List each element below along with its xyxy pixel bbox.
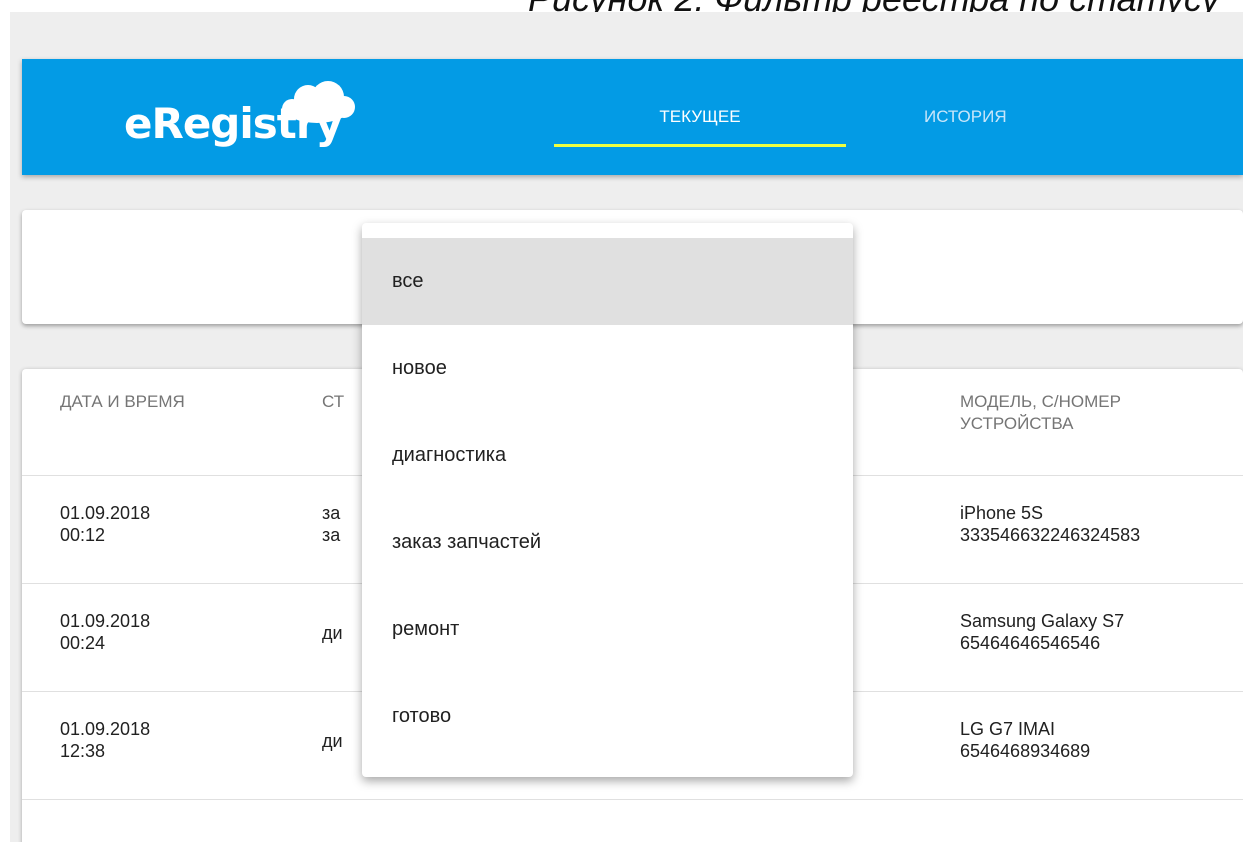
model-text: iPhone 5S — [960, 503, 1044, 523]
tab-history[interactable]: ИСТОРИЯ — [884, 59, 1084, 175]
date-text: 01.09.2018 — [60, 503, 151, 523]
status-option-all[interactable]: все — [362, 238, 853, 325]
status-option-repair[interactable]: ремонт — [362, 586, 853, 673]
app-logo[interactable]: eRegistry — [124, 73, 364, 173]
column-header-model[interactable]: МОДЕЛЬ, С/НОМЕР УСТРОЙСТВА — [960, 391, 1200, 435]
column-header-datetime[interactable]: ДАТА И ВРЕМЯ — [60, 391, 200, 413]
serial-text: 333546632246324583 — [960, 525, 1141, 545]
model-cell: LG G7 IMAI 6546468934689 — [960, 718, 1243, 762]
datetime-cell: 01.09.2018 00:24 — [60, 610, 240, 654]
active-tab-indicator — [554, 144, 846, 147]
status-option-parts-order[interactable]: заказ запчастей — [362, 499, 853, 586]
time-text: 12:38 — [60, 741, 106, 761]
serial-text: 6546468934689 — [960, 741, 1091, 761]
date-text: 01.09.2018 — [60, 611, 151, 631]
time-text: 00:24 — [60, 633, 106, 653]
tab-current[interactable]: ТЕКУЩЕЕ — [554, 59, 846, 175]
logo-text: eRegistry — [124, 99, 343, 148]
app-header: eRegistry ТЕКУЩЕЕ ИСТОРИЯ — [22, 59, 1243, 175]
status-option-ready[interactable]: готово — [362, 673, 853, 760]
time-text: 00:12 — [60, 525, 106, 545]
serial-text: 65464646546546 — [960, 633, 1101, 653]
datetime-cell: 01.09.2018 12:38 — [60, 718, 240, 762]
datetime-cell: 01.09.2018 00:12 — [60, 502, 240, 546]
model-text: LG G7 IMAI — [960, 719, 1056, 739]
status-option-diagnostics[interactable]: диагностика — [362, 412, 853, 499]
model-cell: Samsung Galaxy S7 65464646546546 — [960, 610, 1243, 654]
status-option-new[interactable]: новое — [362, 325, 853, 412]
date-text: 01.09.2018 — [60, 719, 151, 739]
model-text: Samsung Galaxy S7 — [960, 611, 1125, 631]
status-filter-dropdown[interactable]: все новое диагностика заказ запчастей ре… — [362, 223, 853, 777]
model-cell: iPhone 5S 333546632246324583 — [960, 502, 1243, 546]
